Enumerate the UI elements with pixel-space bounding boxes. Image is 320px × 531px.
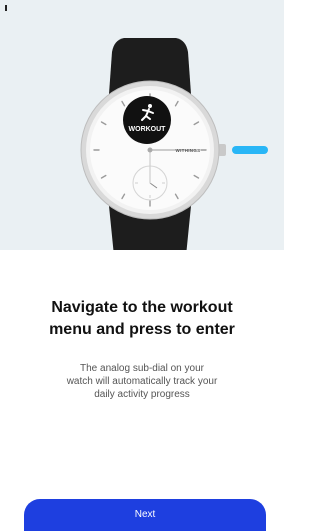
watch-illustration: WORKOUT WITHINGS (0, 0, 284, 250)
next-button[interactable]: Next (24, 499, 266, 531)
watch-graphic: WORKOUT WITHINGS (80, 38, 268, 250)
oled-display (123, 96, 171, 144)
press-indicator (232, 146, 268, 154)
instruction-title: Navigate to the workout menu and press t… (49, 299, 235, 338)
brand-label: WITHINGS (176, 148, 201, 153)
instruction-body: The analog sub-dial on your watch will a… (66, 363, 218, 400)
workout-label: WORKOUT (129, 126, 167, 133)
